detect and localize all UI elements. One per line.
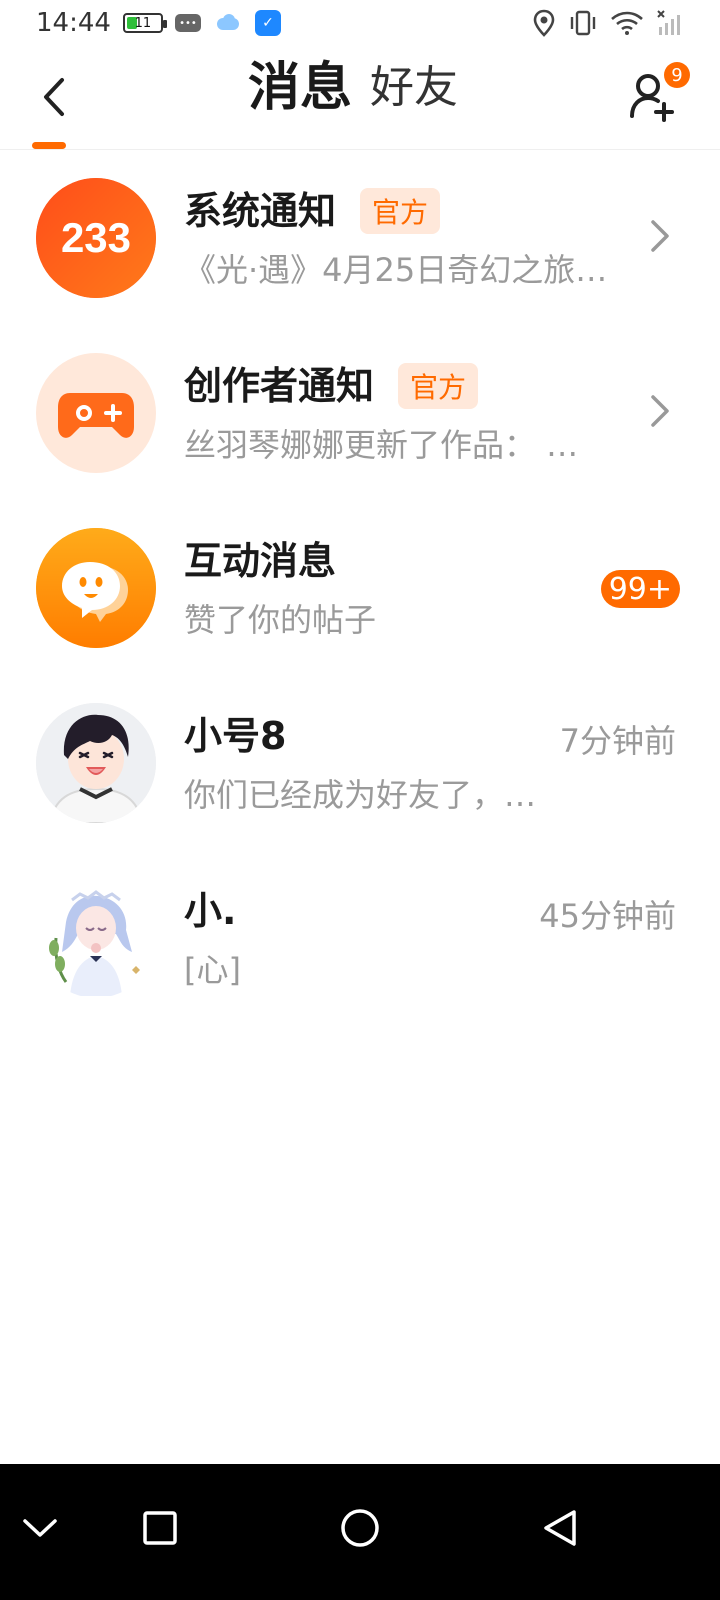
svg-text:233: 233 [61, 214, 131, 261]
battery-level: 11 [134, 15, 152, 31]
item-preview: 你们已经成为好友了，… [184, 779, 537, 811]
item-preview: 丝羽琴娜娜更新了作品： … [184, 429, 579, 461]
list-item-chat[interactable]: 小号8 7分钟前 你们已经成为好友了，… [0, 675, 720, 850]
recents-nav-button[interactable] [130, 1498, 190, 1558]
chevron-right-icon [651, 395, 669, 427]
timestamp: 45分钟前 [539, 897, 676, 935]
signal-icon [657, 10, 680, 35]
add-friend-badge: 9 [664, 62, 690, 88]
list-item-chat[interactable]: 小. 45分钟前 [心] [0, 850, 720, 1025]
list-item-interaction-messages[interactable]: 互动消息 赞了你的帖子 99+ [0, 500, 720, 675]
tab-messages[interactable]: 消息 [248, 62, 352, 114]
timestamp: 7分钟前 [559, 722, 676, 760]
avatar [36, 878, 156, 998]
home-nav-button[interactable] [330, 1498, 390, 1558]
tab-friends[interactable]: 好友 [370, 66, 458, 114]
back-button[interactable] [34, 72, 74, 122]
shield-app-icon: ✓ [254, 10, 281, 36]
list-item-creator-notification[interactable]: 创作者通知 官方 丝羽琴娜娜更新了作品： … [0, 325, 720, 500]
back-nav-button[interactable] [530, 1498, 590, 1558]
gamepad-icon [58, 393, 134, 438]
unread-count-badge: 99+ [600, 570, 680, 608]
chat-face-icon [36, 528, 156, 648]
home-icon [341, 1509, 379, 1547]
avatar [36, 703, 156, 823]
item-title: 创作者通知 [184, 364, 375, 408]
battery-icon: 11 [122, 13, 167, 33]
list-item-system-notification[interactable]: 233 系统通知 官方 《光·遇》4月25日奇幻之旅… [0, 150, 720, 325]
official-badge: 官方 [360, 188, 441, 234]
avatar [36, 528, 156, 648]
avatar: 233 [36, 178, 156, 298]
system-nav-bar [0, 1464, 720, 1600]
status-bar: 14:44 11 ••• ✓ [0, 0, 720, 46]
location-icon [533, 9, 555, 37]
tab-friends-label: 好友 [370, 62, 459, 113]
active-tab-indicator [32, 142, 66, 149]
item-preview: [心] [184, 954, 241, 986]
logo-233-icon: 233 [36, 178, 156, 298]
message-list: 233 系统通知 官方 《光·遇》4月25日奇幻之旅… 创作者通知 官方 丝羽琴… [0, 150, 720, 1025]
status-left: 14:44 11 ••• ✓ [36, 8, 281, 38]
tab-bar: 消息 好友 [248, 62, 458, 114]
user-avatar-anime-icon [36, 878, 156, 998]
official-badge: 官方 [398, 363, 479, 409]
wifi-icon [611, 11, 643, 35]
collapse-icon [23, 1519, 57, 1537]
item-title: 互动消息 [184, 539, 337, 583]
cloud-icon [213, 14, 243, 32]
title-row: 系统通知 官方 [184, 188, 441, 234]
item-title: 小. [184, 889, 237, 933]
tab-messages-label: 消息 [248, 58, 353, 118]
status-right [532, 9, 684, 37]
title-row: 创作者通知 官方 [184, 363, 479, 409]
avatar [36, 353, 156, 473]
item-title: 系统通知 [184, 189, 337, 233]
back-icon [44, 78, 64, 116]
user-avatar-anime-icon [36, 703, 156, 823]
item-preview: 《光·遇》4月25日奇幻之旅… [184, 254, 608, 286]
message-notification-icon: ••• [174, 14, 201, 32]
item-title: 小号8 [184, 714, 287, 758]
add-friend-button[interactable]: 9 [628, 62, 690, 124]
collapse-nav-button[interactable] [10, 1498, 70, 1558]
back-nav-icon [544, 1510, 576, 1546]
header: 消息 好友 9 [0, 46, 720, 150]
item-preview: 赞了你的帖子 [184, 604, 377, 636]
status-time: 14:44 [36, 8, 111, 38]
vibrate-icon [570, 10, 596, 36]
recents-icon [143, 1511, 177, 1545]
chevron-right-icon [651, 220, 669, 252]
